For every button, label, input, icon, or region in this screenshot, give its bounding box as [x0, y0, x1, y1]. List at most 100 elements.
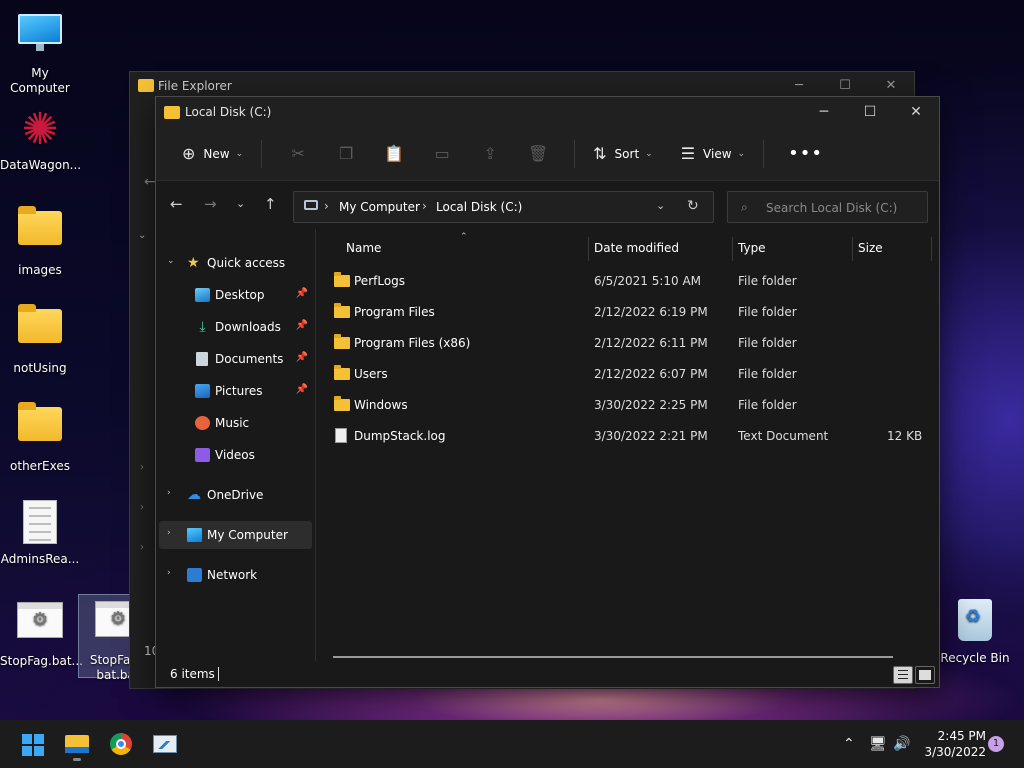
address-bar[interactable]: › My Computer › Local Disk (C:) ⌄ ↻: [293, 191, 714, 223]
file-row-windows[interactable]: Windows 3/30/2022 2:25 PM File folder: [327, 391, 927, 419]
desktop-icon-notusing[interactable]: notUsing: [0, 302, 80, 376]
paste-icon[interactable]: 📋: [370, 144, 418, 163]
file-name: Program Files: [354, 305, 435, 319]
running-indicator: [73, 758, 81, 761]
file-explorer-window[interactable]: Local Disk (C:) ─ ☐ ✕ ⊕ New ⌄ ✂ ❐ 📋 ▭ ⇪ …: [155, 96, 940, 688]
column-header-name[interactable]: Name: [346, 241, 381, 265]
desktop-icon-otherexes[interactable]: otherExes: [0, 400, 80, 474]
sort-button[interactable]: ⇅ Sort ⌄: [587, 138, 659, 170]
back-arrow-icon[interactable]: ←: [144, 174, 156, 190]
back-chevron-icon[interactable]: ⌄: [138, 230, 146, 241]
desktop-icon-recycle-bin[interactable]: ♻ Recycle Bin: [935, 596, 1015, 666]
volume-icon[interactable]: 🔊: [893, 736, 910, 752]
breadcrumb-my-computer[interactable]: My Computer: [339, 200, 420, 214]
file-row-program-files-x86[interactable]: Program Files (x86) 2/12/2022 6:11 PM Fi…: [327, 329, 927, 357]
column-header-type[interactable]: Type: [738, 241, 766, 265]
show-hidden-icons-chevron-icon[interactable]: ⌃: [843, 736, 855, 752]
nav-item-my-computer[interactable]: › My Computer: [159, 521, 312, 549]
horizontal-scrollbar[interactable]: [333, 656, 893, 658]
file-row-dumpstack-log[interactable]: DumpStack.log 3/30/2022 2:21 PM Text Doc…: [327, 422, 927, 450]
search-box[interactable]: ⌕: [727, 191, 928, 223]
address-dropdown-chevron-icon[interactable]: ⌄: [656, 199, 665, 212]
titlebar[interactable]: Local Disk (C:) ─ ☐ ✕: [156, 97, 939, 127]
delete-icon[interactable]: 🗑: [514, 144, 562, 163]
file-explorer-taskbar-button[interactable]: [57, 728, 97, 761]
desktop-icon-adminsread[interactable]: AdminsRea...: [0, 498, 80, 567]
file-row-users[interactable]: Users 2/12/2022 6:07 PM File folder: [327, 360, 927, 388]
copy-icon[interactable]: ❐: [322, 144, 370, 163]
column-divider[interactable]: [931, 237, 932, 261]
column-header-size[interactable]: Size: [858, 241, 883, 265]
drive-icon: [164, 106, 180, 119]
chevron-right-icon[interactable]: ›: [167, 488, 171, 498]
desktop-icon-label: images: [18, 263, 62, 277]
folder-icon: [334, 365, 350, 380]
desktop-icon-label: notUsing: [13, 361, 67, 375]
share-icon[interactable]: ⇪: [466, 144, 514, 163]
back-expand-icon[interactable]: ›: [140, 462, 144, 473]
desktop-icon-images[interactable]: images: [0, 204, 80, 278]
file-row-perflogs[interactable]: PerfLogs 6/5/2021 5:10 AM File folder: [327, 267, 927, 295]
back-arrow-icon[interactable]: ←: [170, 195, 183, 213]
nav-quick-access[interactable]: ⌄ ★ Quick access: [159, 249, 312, 277]
nav-item-onedrive[interactable]: › ☁ OneDrive: [159, 481, 312, 509]
search-input[interactable]: [766, 199, 921, 217]
file-name: PerfLogs: [354, 274, 406, 288]
performance-monitor-taskbar-button[interactable]: [145, 728, 185, 760]
close-button[interactable]: ✕: [893, 97, 939, 127]
nav-label: Music: [215, 416, 250, 430]
nav-item-videos[interactable]: Videos: [159, 441, 312, 469]
maximize-button[interactable]: ☐: [847, 97, 893, 127]
start-button[interactable]: [12, 728, 52, 760]
cut-icon[interactable]: ✂: [274, 144, 322, 163]
recycle-bin-icon: ♻: [951, 599, 999, 647]
pin-icon: 📌: [295, 288, 308, 299]
details-view-button[interactable]: [893, 666, 913, 684]
nav-item-pictures[interactable]: Pictures 📌: [159, 377, 312, 405]
nav-item-documents[interactable]: Documents 📌: [159, 345, 312, 373]
up-arrow-icon[interactable]: ↑: [264, 195, 277, 213]
taskbar: ⌃ 🖥 🔊 2:45 PM 3/30/2022 1: [0, 720, 1024, 768]
folder-icon: [16, 206, 64, 259]
desktop-icon-datawagon[interactable]: ✺ DataWagon...: [0, 104, 81, 173]
desktop-icon-stopfag-bat[interactable]: ⚙ StopFag.bat...: [0, 596, 83, 669]
column-divider[interactable]: [588, 237, 589, 261]
notification-badge[interactable]: 1: [988, 736, 1004, 752]
rename-icon[interactable]: ▭: [418, 144, 466, 163]
nav-item-music[interactable]: Music: [159, 409, 312, 437]
view-button[interactable]: ☰ View ⌄: [675, 138, 751, 170]
nav-label: Documents: [215, 352, 284, 366]
network-status-icon[interactable]: 🖥: [869, 736, 887, 752]
nav-item-desktop[interactable]: Desktop 📌: [159, 281, 312, 309]
nav-label: Videos: [215, 448, 255, 462]
new-button[interactable]: ⊕ New ⌄: [176, 138, 249, 170]
chevron-down-icon[interactable]: ⌄: [167, 256, 175, 266]
recent-locations-chevron-icon[interactable]: ⌄: [236, 197, 245, 210]
column-divider[interactable]: [732, 237, 733, 261]
chevron-down-icon: ⌄: [737, 148, 746, 159]
forward-arrow-icon[interactable]: →: [204, 195, 217, 213]
column-header-date-modified[interactable]: Date modified: [594, 241, 679, 265]
file-name: Program Files (x86): [354, 336, 471, 350]
nav-item-downloads[interactable]: ⤓ Downloads 📌: [159, 313, 312, 341]
chevron-right-icon[interactable]: ›: [167, 568, 171, 578]
back-expand-icon[interactable]: ›: [140, 542, 144, 553]
file-row-program-files[interactable]: Program Files 2/12/2022 6:19 PM File fol…: [327, 298, 927, 326]
chrome-taskbar-button[interactable]: [101, 728, 141, 760]
desktop-icon-my-computer[interactable]: My Computer: [0, 8, 80, 96]
back-expand-icon[interactable]: ›: [140, 502, 144, 513]
minimize-button[interactable]: ─: [801, 97, 847, 127]
refresh-icon[interactable]: ↻: [687, 198, 699, 214]
datawagon-icon: ✺: [21, 104, 59, 155]
desktop-icon-label: AdminsRea...: [0, 552, 80, 566]
folder-icon: [334, 396, 350, 411]
more-options-button[interactable]: •••: [788, 143, 823, 164]
column-divider[interactable]: [852, 237, 853, 261]
large-icons-view-button[interactable]: [915, 666, 935, 684]
nav-item-network[interactable]: › Network: [159, 561, 312, 589]
desktop-icon: [195, 288, 210, 302]
clock[interactable]: 2:45 PM 3/30/2022: [920, 728, 986, 760]
chevron-right-icon[interactable]: ›: [167, 528, 171, 538]
music-icon: [195, 416, 210, 430]
breadcrumb-local-disk[interactable]: Local Disk (C:): [436, 200, 522, 214]
